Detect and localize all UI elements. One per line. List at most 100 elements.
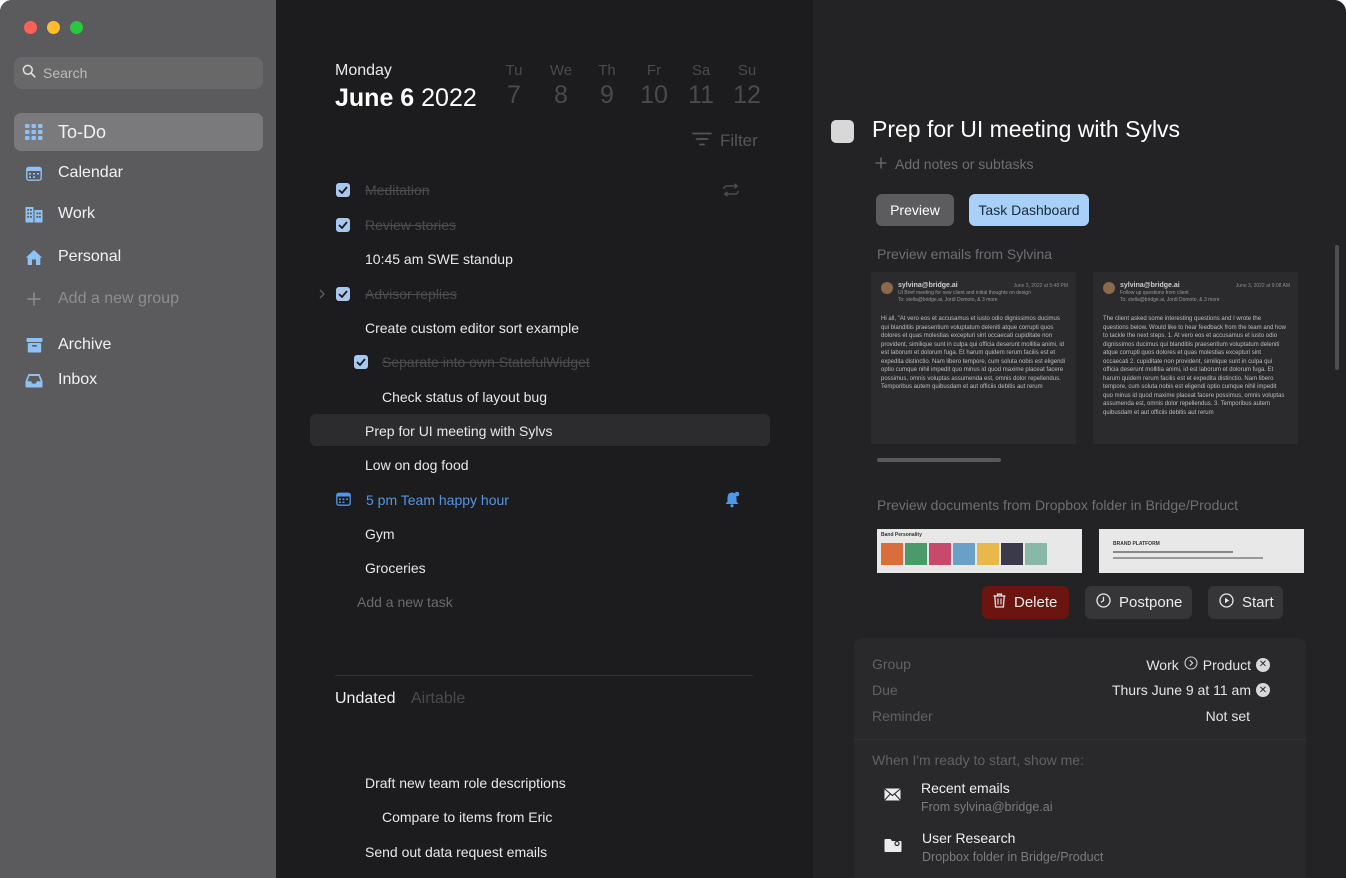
filter-button[interactable]: Filter [692,131,758,151]
filter-icon [692,131,712,151]
undated-task-item[interactable]: Compare to items from Eric [382,800,552,834]
task-label: Compare to items from Eric [382,809,553,825]
close-window-button[interactable] [24,21,37,34]
resource-subtitle: From sylvina@bridge.ai [921,800,1053,814]
document-preview-card[interactable]: BRAND PLATFORM [1099,529,1304,573]
task-label: Separate into own StatefulWidget [382,354,590,370]
task-item[interactable]: Review stories [336,208,456,242]
task-label: Draft new team role descriptions [365,775,566,791]
detail-scrollbar[interactable] [1335,245,1339,370]
group-to: Product [1202,656,1251,673]
task-item-selected[interactable]: Prep for UI meeting with Sylvs [365,414,553,448]
email-subject: Follow up questions from client [1120,290,1189,296]
task-dashboard-button[interactable]: Task Dashboard [969,194,1089,226]
due-value[interactable]: Thurs June 9 at 11 am ✕ [1112,682,1270,698]
week-day-sat[interactable]: Sa 11 [686,62,716,110]
clear-due-icon[interactable]: ✕ [1256,683,1270,697]
sidebar-item-inbox[interactable]: Inbox [14,361,263,399]
checkbox-checked[interactable] [336,287,350,301]
weekday-label: Th [598,62,616,79]
sidebar-item-personal[interactable]: Personal [14,238,263,276]
minimize-window-button[interactable] [47,21,60,34]
task-item[interactable]: Meditation [336,173,756,207]
document-preview-card[interactable]: Band Personality [877,529,1082,573]
task-item[interactable]: Check status of layout bug [382,380,547,414]
tab-undated[interactable]: Undated [335,690,396,708]
task-item[interactable]: Low on dog food [365,448,469,482]
undated-task-item[interactable]: Send out data request emails [365,835,547,869]
weekday-label: Sa [691,62,711,79]
resource-user-research[interactable]: User Research Dropbox folder in Bridge/P… [884,830,1103,864]
start-button[interactable]: Start [1208,586,1283,619]
chevron-right-icon[interactable] [318,286,326,302]
tab-airtable[interactable]: Airtable [411,690,465,708]
clear-group-icon[interactable]: ✕ [1256,657,1270,672]
task-item[interactable]: Groceries [365,551,426,585]
group-value[interactable]: Work Product ✕ [1146,656,1270,673]
divider [854,739,1306,740]
weekday-label: Tu [505,62,523,79]
grid-icon [24,122,44,142]
search-field[interactable]: Search [14,57,263,89]
task-label: 10:45 am SWE standup [365,251,513,267]
email-date: June 3, 2022 at 9:08 AM [1235,283,1290,289]
weekday-number: 12 [733,81,761,109]
checkbox-checked[interactable] [336,218,350,232]
task-label: Create custom editor sort example [365,320,579,336]
task-complete-checkbox[interactable] [831,120,854,143]
week-day-fri[interactable]: Fr 10 [639,62,669,110]
due-row[interactable]: Due Thurs June 9 at 11 am ✕ [872,682,1270,698]
search-placeholder: Search [43,65,88,81]
task-item[interactable]: 10:45 am SWE standup [365,242,513,276]
resource-text: User Research Dropbox folder in Bridge/P… [922,830,1103,864]
task-label: Meditation [365,182,430,198]
zoom-window-button[interactable] [70,21,83,34]
reminder-value[interactable]: Not set [1206,708,1270,724]
week-day-sun[interactable]: Su 12 [732,62,762,110]
trash-icon [993,593,1006,612]
section-divider [335,675,753,676]
add-group-button[interactable]: Add a new group [14,280,263,318]
sidebar-item-todo[interactable]: To-Do [14,113,263,151]
task-item[interactable]: Advisor replies [318,277,457,311]
sidebar-item-calendar[interactable]: Calendar [14,154,263,192]
checkbox-checked[interactable] [354,355,368,369]
sidebar-item-label: Calendar [58,164,123,181]
bell-icon[interactable] [724,491,740,511]
email-preview-card[interactable]: June 3, 2022 at 9:08 AM sylvina@bridge.a… [1093,272,1298,444]
add-notes-button[interactable]: Add notes or subtasks [875,156,1034,172]
ready-label: When I'm ready to start, show me: [872,752,1084,768]
doc-image [929,543,951,565]
delete-button[interactable]: Delete [982,586,1069,619]
task-title[interactable]: Prep for UI meeting with Sylvs [872,116,1180,143]
date-year: 2022 [421,84,477,112]
inbox-icon [24,370,44,390]
task-label: Check status of layout bug [382,389,547,405]
sidebar-item-work[interactable]: Work [14,195,263,233]
task-item-event[interactable]: 5 pm Team happy hour [336,483,756,517]
task-label: Advisor replies [365,286,457,302]
search-icon [22,64,36,83]
resource-recent-emails[interactable]: Recent emails From sylvina@bridge.ai [884,780,1052,814]
week-day-tue[interactable]: Tu 7 [499,62,529,110]
sidebar-item-archive[interactable]: Archive [14,326,263,364]
resource-title: Recent emails [921,780,1010,796]
task-item[interactable]: Separate into own StatefulWidget [354,345,590,379]
task-label: Prep for UI meeting with Sylvs [365,423,553,439]
repeat-icon [722,183,740,200]
task-label: 5 pm Team happy hour [366,492,509,508]
week-day-thu[interactable]: Th 9 [592,62,622,110]
postpone-button[interactable]: Postpone [1085,586,1192,619]
reminder-row[interactable]: Reminder Not set [872,708,1270,724]
checkbox-checked[interactable] [336,183,350,197]
preview-button[interactable]: Preview [876,194,954,226]
undated-task-item[interactable]: Draft new team role descriptions [365,766,566,800]
week-day-wed[interactable]: We 8 [546,62,576,110]
group-row[interactable]: Group Work Product ✕ [872,656,1270,673]
task-item[interactable]: Create custom editor sort example [365,311,579,345]
email-carousel-scrollbar[interactable] [877,458,1001,462]
task-item[interactable]: Gym [365,517,395,551]
house-icon [24,247,44,267]
email-preview-card[interactable]: June 3, 2022 at 5:48 PM sylvina@bridge.a… [871,272,1076,444]
add-task-input[interactable]: Add a new task [357,585,453,619]
